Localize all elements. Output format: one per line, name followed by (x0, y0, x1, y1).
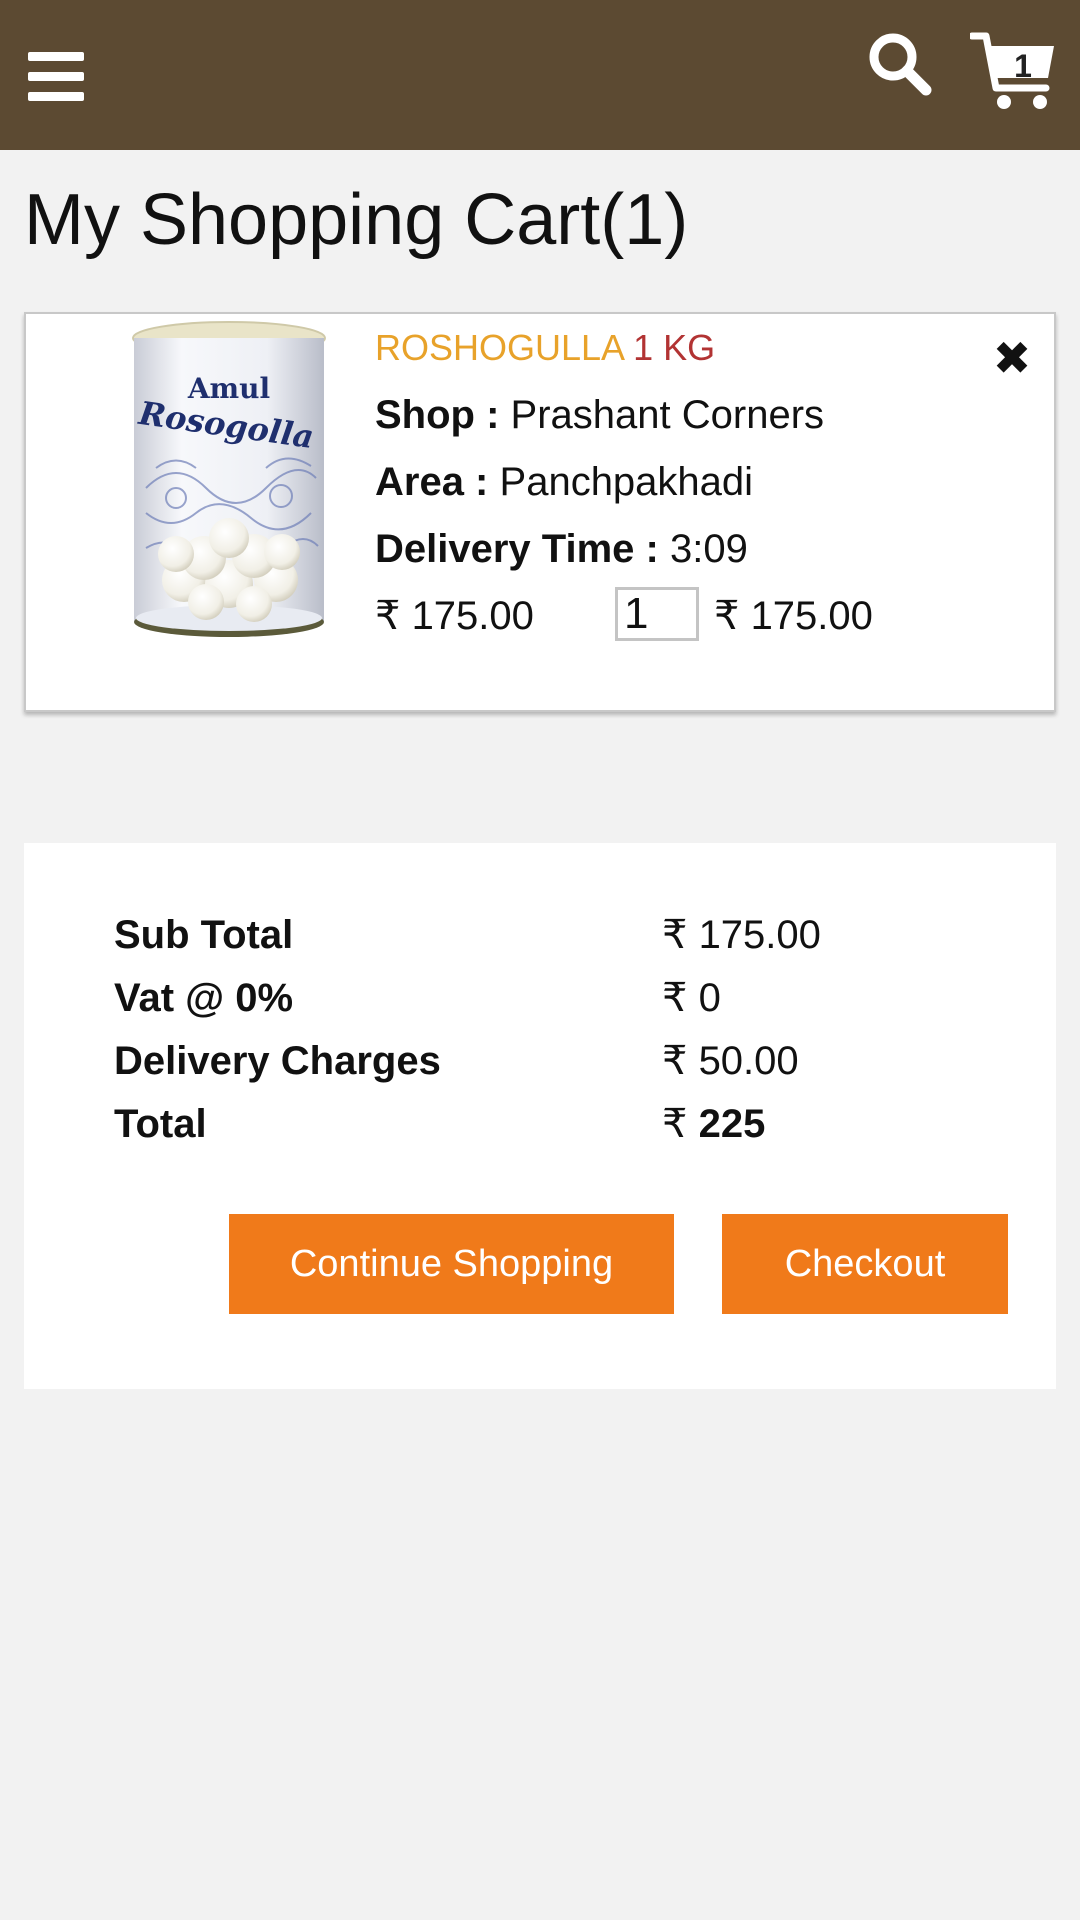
search-button[interactable] (866, 30, 932, 96)
delivery-time-label: Delivery Time : (375, 527, 659, 571)
total-value: ₹ 225 (662, 1099, 765, 1149)
total-currency: ₹ (662, 1102, 688, 1146)
product-image[interactable]: Amul Rosogolla (106, 318, 352, 644)
vat-value: ₹ 0 (662, 976, 721, 1020)
delivery-time-row: Delivery Time : 3:09 (375, 524, 748, 574)
product-name: ROSHOGULLA (375, 327, 624, 368)
quantity-input[interactable] (615, 587, 699, 641)
cart-count-badge: 1 (1014, 48, 1032, 84)
product-title[interactable]: ROSHOGULLA 1 KG (375, 324, 715, 372)
total-label: Total (114, 1102, 207, 1146)
shop-row: Shop : Prashant Corners (375, 390, 824, 440)
hamburger-menu-icon-bar (28, 72, 84, 81)
shop-label: Shop : (375, 393, 500, 437)
page-title: My Shopping Cart(1) (24, 180, 689, 260)
hamburger-menu-icon (28, 52, 84, 61)
delivery-time-value: 3:09 (669, 527, 748, 571)
line-total: ₹ 175.00 (714, 594, 873, 638)
vat-label: Vat @ 0% (114, 976, 294, 1020)
cart-item-card: Amul Rosogolla ROSHOGULLA 1 KG ✖ Shop : … (24, 312, 1056, 712)
area-label: Area : (375, 460, 489, 504)
product-size: 1 KG (633, 327, 716, 368)
search-icon (869, 33, 932, 96)
shop-name: Prashant Corners (510, 393, 825, 437)
close-icon: ✖ (992, 332, 1032, 384)
hamburger-menu-icon-bar (28, 92, 84, 101)
delivery-charges-label: Delivery Charges (114, 1039, 441, 1083)
top-app-bar: 1 (0, 0, 1080, 150)
remove-item-button[interactable]: ✖ (982, 328, 1042, 388)
total-amount: 225 (698, 1102, 766, 1146)
area-name: Panchpakhadi (499, 460, 754, 504)
subtotal-value: ₹ 175.00 (662, 913, 821, 957)
delivery-charges-value: ₹ 50.00 (662, 1039, 799, 1083)
order-summary: Sub Total ₹ 175.00 Vat @ 0% ₹ 0 Delivery… (24, 843, 1056, 1389)
checkout-button[interactable]: Checkout (722, 1214, 1008, 1314)
menu-button[interactable] (28, 52, 84, 101)
unit-price: ₹ 175.00 (375, 594, 534, 638)
subtotal-label: Sub Total (114, 913, 294, 957)
continue-shopping-button[interactable]: Continue Shopping (229, 1214, 674, 1314)
svg-text:Amul: Amul (187, 372, 270, 405)
area-row: Area : Panchpakhadi (375, 457, 753, 507)
